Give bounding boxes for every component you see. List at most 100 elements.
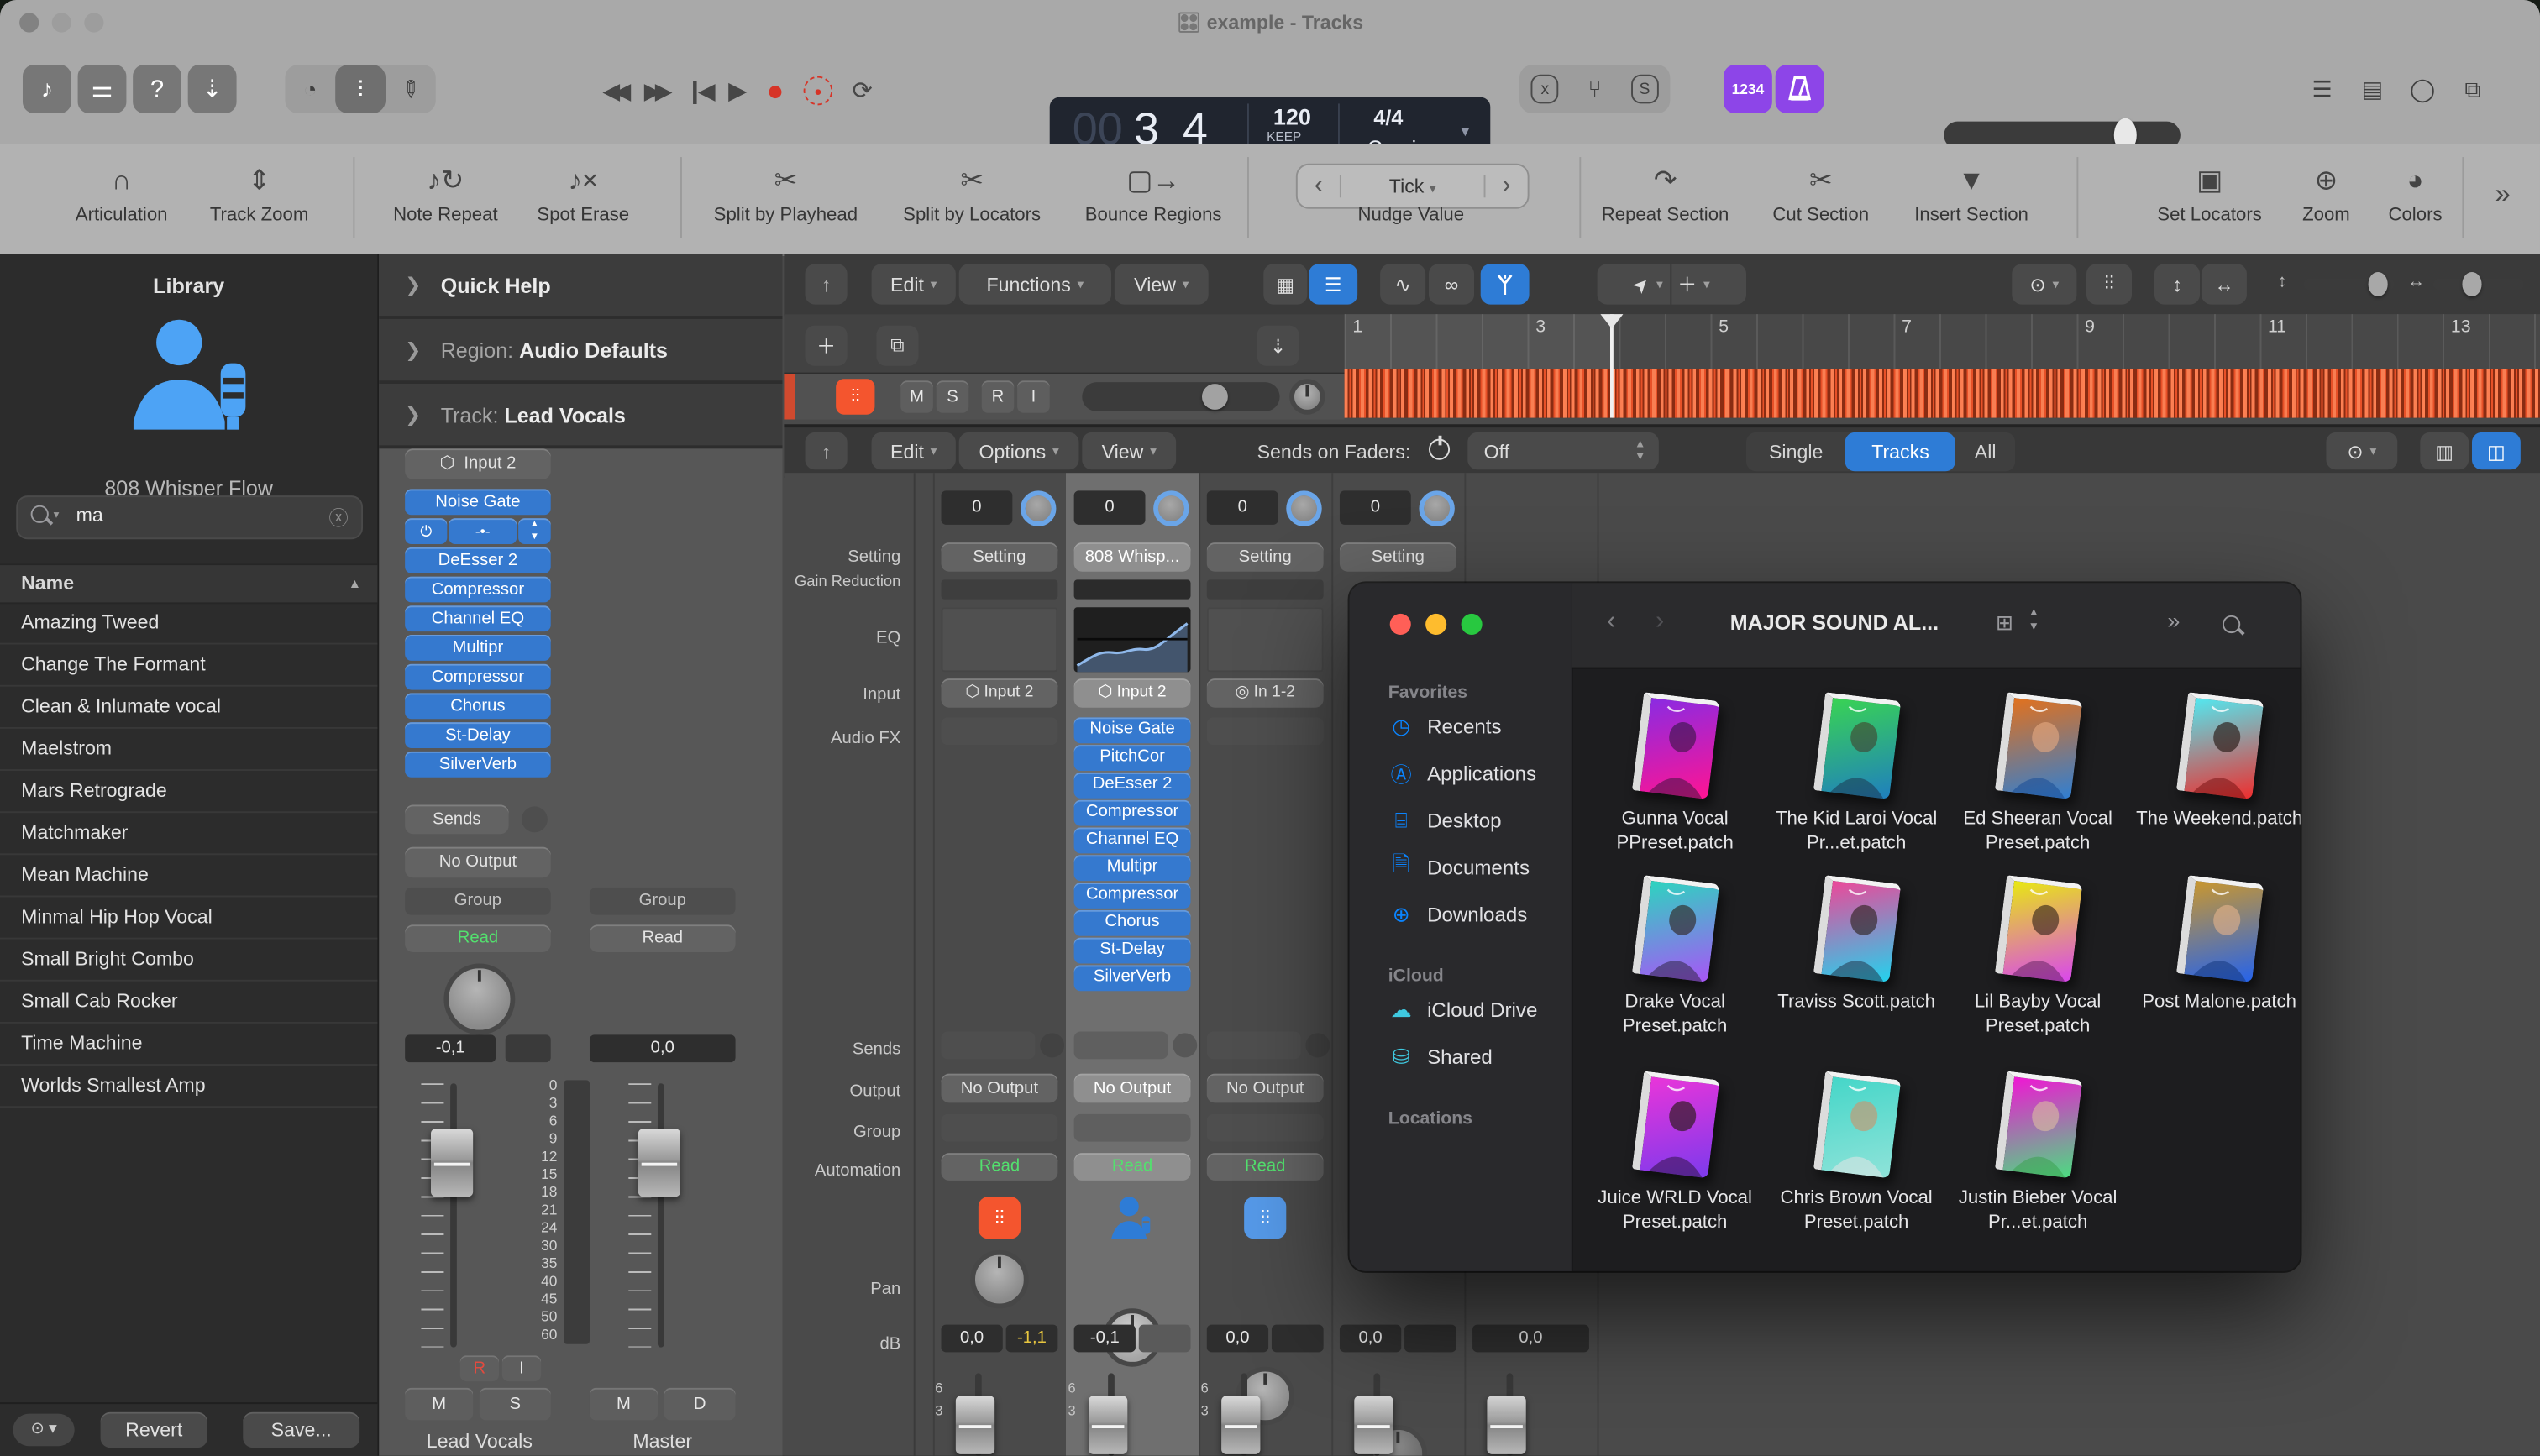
tracks-functions-menu[interactable]: Functions▾: [959, 264, 1111, 304]
fx-slot[interactable]: Noise Gate: [1074, 717, 1191, 742]
send-knob[interactable]: [1173, 1033, 1197, 1057]
clear-search-icon[interactable]: ⓧ: [328, 504, 348, 532]
plugin-slot[interactable]: Chorus: [405, 693, 551, 719]
send-knob[interactable]: [1305, 1033, 1330, 1057]
hide-mixer-icon[interactable]: ↑: [805, 432, 847, 469]
sends-label[interactable]: Sends: [405, 804, 508, 834]
toolbar-colors[interactable]: ◕Colors: [2388, 160, 2442, 225]
list-view-icon[interactable]: ☰: [1309, 264, 1357, 304]
library-item[interactable]: Worlds Smallest Amp: [0, 1066, 377, 1108]
record-button[interactable]: ●: [766, 74, 784, 107]
file-chris-brown[interactable]: Chris Brown Vocal Preset.patch: [1766, 1076, 1947, 1236]
plugin-slot[interactable]: Multipr: [405, 635, 551, 661]
file-travis-scott[interactable]: Traviss Scott.patch: [1766, 879, 1947, 1015]
horizontal-zoom-icon[interactable]: ↔: [2202, 264, 2247, 304]
toolbar-track-zoom[interactable]: ⇕Track Zoom: [210, 160, 308, 225]
file-weekend[interactable]: The Weekend.patch: [2128, 696, 2300, 832]
track-volume-slider[interactable]: [1082, 382, 1279, 411]
input-slot[interactable]: ⬡ Input 2: [941, 678, 1057, 708]
audio-region-waveform[interactable]: [1345, 369, 2540, 418]
revert-button[interactable]: Revert: [101, 1412, 207, 1448]
toolbar-split-locators[interactable]: ✂Split by Locators: [903, 160, 1041, 225]
channel-fader-thumb[interactable]: [956, 1396, 994, 1453]
nudge-right-icon[interactable]: ›: [1485, 171, 1527, 201]
plugin-slot[interactable]: St-Delay: [405, 722, 551, 748]
count-in-button[interactable]: 1234: [1724, 65, 1772, 113]
setting-button[interactable]: Setting: [941, 542, 1057, 572]
waveform-zoom-icon[interactable]: ⫶⫶: [2086, 264, 2132, 304]
send-slot[interactable]: [1074, 1031, 1168, 1059]
audio-fx-slot[interactable]: [1207, 717, 1324, 745]
setting-button[interactable]: Setting: [1207, 542, 1324, 572]
send-knob[interactable]: [522, 806, 548, 832]
toolbar-split-playhead[interactable]: ✂Split by Playhead: [714, 160, 858, 225]
tab-tracks[interactable]: Tracks: [1845, 432, 1955, 471]
toolbar-toggle-button[interactable]: ⇣: [188, 65, 237, 113]
fader-thumb[interactable]: [431, 1129, 473, 1197]
finder-close-button[interactable]: [1390, 614, 1411, 635]
plugin-slot[interactable]: Noise Gate: [405, 489, 551, 515]
solo-button[interactable]: S: [480, 1388, 551, 1421]
sidebar-item-shared[interactable]: ⛁Shared: [1349, 1033, 1571, 1080]
back-icon[interactable]: ‹: [1607, 607, 1615, 636]
db-value[interactable]: 0,0: [941, 1325, 1002, 1353]
plugin-slot[interactable]: Compressor: [405, 664, 551, 690]
file-lil-baby[interactable]: Lil Bayby Vocal Preset.patch: [1947, 879, 2128, 1040]
smart-controls-button[interactable]: ◔: [285, 65, 335, 113]
master-automation-mode[interactable]: Read: [590, 924, 736, 952]
forward-icon[interactable]: ›: [1656, 607, 1664, 636]
gain-knob[interactable]: [1419, 490, 1454, 526]
automation-mode[interactable]: Read: [1207, 1153, 1324, 1181]
input-slot[interactable]: ◎ In 1-2: [1207, 678, 1324, 708]
fx-slot[interactable]: Compressor: [1074, 800, 1191, 825]
view-chevrons-icon[interactable]: ▲▼: [2028, 605, 2039, 635]
master-group-slot[interactable]: Group: [590, 888, 736, 915]
tool-menus[interactable]: ➤▾ ＋▾: [1598, 264, 1746, 304]
timeline-ruler[interactable]: 1 3 5 7 9 11 13: [1345, 314, 2540, 369]
track-options-icon[interactable]: ⊙▾: [2012, 264, 2076, 304]
split-pane-view-icon[interactable]: ◫: [2472, 432, 2521, 469]
quick-help-button[interactable]: ?: [133, 65, 181, 113]
fx-slot[interactable]: Compressor: [1074, 883, 1191, 908]
sidebar-item-downloads[interactable]: ⊕Downloads: [1349, 891, 1571, 938]
finder-search-icon[interactable]: [2222, 612, 2240, 642]
automation-mode[interactable]: Read: [941, 1153, 1057, 1181]
gain-value[interactable]: 0: [1074, 490, 1146, 525]
library-item[interactable]: Mars Retrograde: [0, 771, 377, 813]
track-solo-button[interactable]: S: [937, 380, 969, 413]
library-item[interactable]: Maelstrom: [0, 729, 377, 771]
gain-value[interactable]: 0: [1207, 490, 1278, 525]
inspector-toggle-button[interactable]: ⚌: [78, 65, 127, 113]
channel-fader-thumb[interactable]: [1354, 1396, 1393, 1453]
track-header[interactable]: ❯Track: Lead Vocals: [379, 384, 782, 448]
list-editors-button[interactable]: ☰: [2297, 65, 2348, 113]
record-enable-button[interactable]: R: [460, 1355, 499, 1381]
playhead-marker[interactable]: [1600, 314, 1623, 340]
gain-knob[interactable]: [1153, 490, 1189, 526]
track-record-button[interactable]: R: [982, 380, 1015, 413]
plugin-slot[interactable]: Compressor: [405, 577, 551, 603]
fx-slot[interactable]: DeEsser 2: [1074, 773, 1191, 798]
db-value[interactable]: 0,0: [1340, 1325, 1401, 1353]
setting-button[interactable]: Setting: [1340, 542, 1456, 572]
sidebar-item-applications[interactable]: ⒶApplications: [1349, 750, 1571, 797]
lcd-chevron-icon[interactable]: ▼: [1458, 123, 1472, 139]
solo-icon[interactable]: S: [1630, 75, 1659, 104]
library-item[interactable]: Amazing Tweed: [0, 602, 377, 644]
library-item[interactable]: Small Cab Rocker: [0, 982, 377, 1024]
file-drake[interactable]: Drake Vocal Preset.patch: [1584, 879, 1766, 1040]
note-pads-button[interactable]: ▤: [2347, 65, 2397, 113]
group-slot[interactable]: [941, 1114, 1057, 1142]
library-name-header[interactable]: Name ▲: [0, 563, 377, 604]
library-item[interactable]: Small Bright Combo: [0, 940, 377, 982]
master-volume-value[interactable]: 0,0: [590, 1034, 736, 1062]
toolbar-note-repeat[interactable]: ♪↻Note Repeat: [393, 160, 498, 225]
toolbar-articulation[interactable]: ∩Articulation: [76, 160, 168, 225]
toolbar-spot-erase[interactable]: ♪×Spot Erase: [537, 160, 629, 225]
toolbar-repeat-section[interactable]: ↷Repeat Section: [1602, 160, 1729, 225]
output-slot[interactable]: No Output: [1074, 1074, 1191, 1103]
input-slot[interactable]: ⬡ Input 2: [1074, 678, 1191, 708]
db-value[interactable]: -0,1: [1074, 1325, 1136, 1353]
eq-thumbnail[interactable]: [1207, 607, 1324, 672]
file-post-malone[interactable]: Post Malone.patch: [2128, 879, 2300, 1015]
